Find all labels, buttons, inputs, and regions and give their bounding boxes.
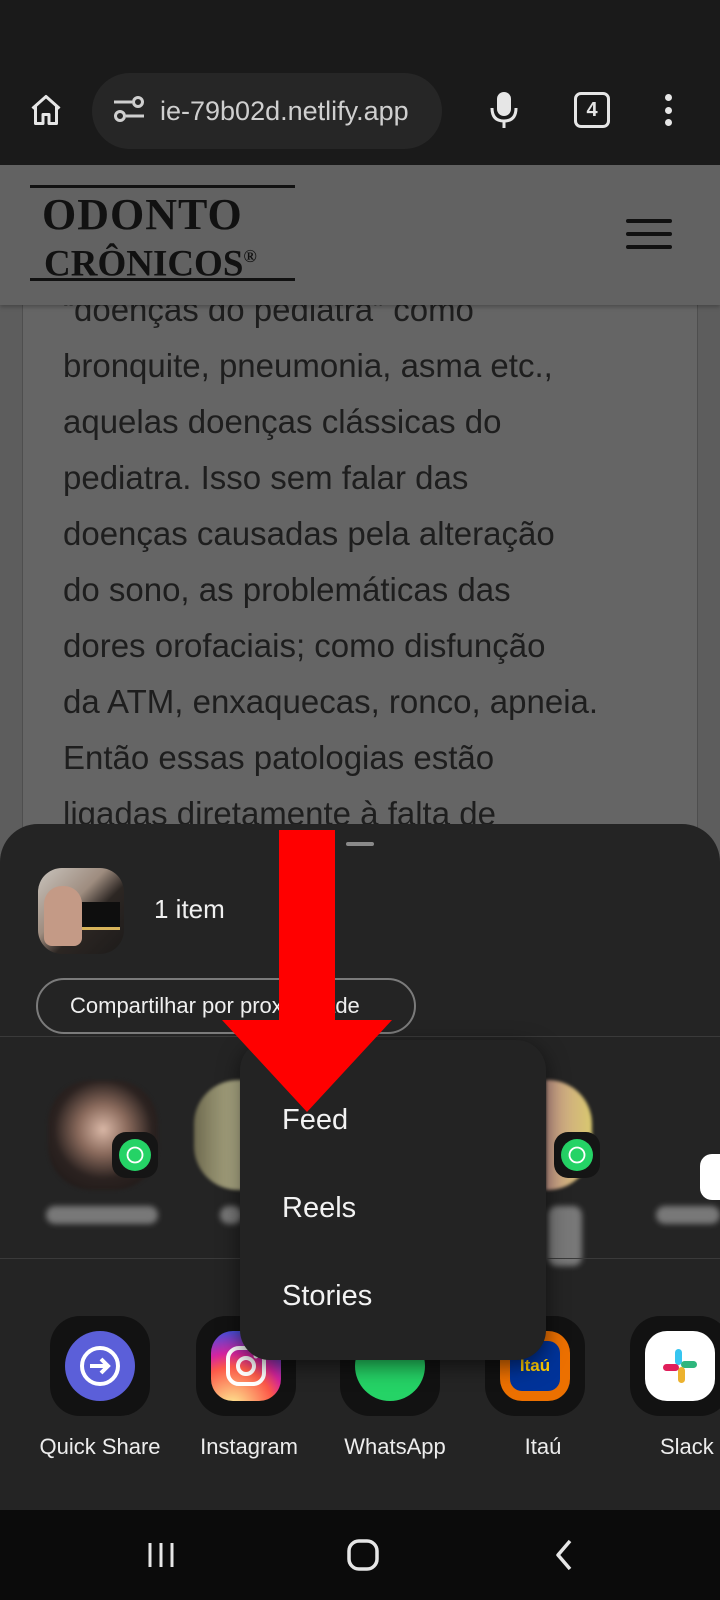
contact-name-blurred xyxy=(220,1206,242,1224)
shared-item-thumbnail xyxy=(38,868,124,954)
recent-apps-icon[interactable] xyxy=(138,1532,184,1578)
system-navigation-bar xyxy=(0,1510,720,1600)
site-header: ODONTO CRÔNICOS® xyxy=(0,165,720,305)
whatsapp-badge-icon xyxy=(554,1132,600,1178)
home-icon[interactable] xyxy=(24,88,68,132)
slack-badge-icon xyxy=(700,1154,720,1200)
menu-item-reels[interactable]: Reels xyxy=(282,1192,356,1225)
whatsapp-badge-icon xyxy=(112,1132,158,1178)
browser-toolbar: ie-79b02d.netlify.app 4 xyxy=(0,0,720,165)
slack-app-button[interactable] xyxy=(630,1316,720,1416)
more-options-icon[interactable] xyxy=(650,88,686,132)
contact-name-blurred xyxy=(46,1206,158,1224)
slack-icon xyxy=(645,1331,715,1401)
app-label: Slack xyxy=(660,1434,714,1459)
article-body: “doenças do pediatra” como bronquite, pn… xyxy=(63,291,599,832)
menu-item-stories[interactable]: Stories xyxy=(282,1280,372,1313)
url-text: ie-79b02d.netlify.app xyxy=(160,95,409,126)
item-count: 1 item xyxy=(154,894,225,924)
app-label: Itaú xyxy=(524,1434,562,1459)
address-bar[interactable]: ie-79b02d.netlify.app xyxy=(92,73,442,149)
app-label: Instagram xyxy=(200,1434,298,1459)
back-icon[interactable] xyxy=(542,1532,588,1578)
home-nav-icon[interactable] xyxy=(340,1532,386,1578)
app-label: Quick Share xyxy=(39,1434,161,1459)
site-settings-icon[interactable] xyxy=(112,94,146,129)
microphone-icon[interactable] xyxy=(482,88,526,132)
red-arrow-annotation xyxy=(222,830,392,1112)
quick-share-icon xyxy=(65,1331,135,1401)
quick-share-app-button[interactable] xyxy=(50,1316,150,1416)
tab-switcher-button[interactable]: 4 xyxy=(574,92,610,128)
contact-name-blurred xyxy=(656,1206,720,1224)
site-logo[interactable]: ODONTO CRÔNICOS® xyxy=(30,185,295,284)
app-label: WhatsApp xyxy=(344,1434,446,1459)
contact-name-blurred xyxy=(548,1206,582,1266)
hamburger-menu-icon[interactable] xyxy=(626,219,672,249)
